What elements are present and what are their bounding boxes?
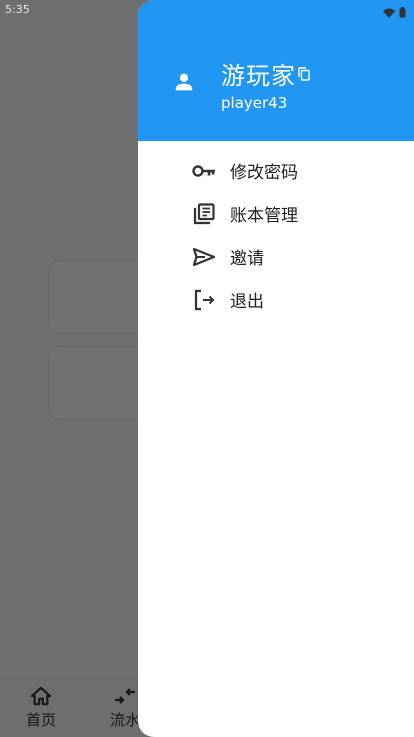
menu-item-invite[interactable]: 邀请 xyxy=(138,235,414,278)
copy-icon[interactable] xyxy=(298,66,310,81)
menu-item-logout[interactable]: 退出 xyxy=(138,278,414,321)
menu-item-label: 账本管理 xyxy=(230,206,298,226)
menu-item-ledger-management[interactable]: 账本管理 xyxy=(138,192,414,235)
navigation-drawer: 游玩家 player43 修改密码 账本管理 邀请 退出 xyxy=(138,0,414,737)
ledger-icon xyxy=(192,202,216,226)
status-icons xyxy=(383,3,406,22)
username: 游玩家 xyxy=(221,56,310,91)
menu-item-label: 修改密码 xyxy=(230,163,298,183)
person-icon[interactable] xyxy=(174,72,194,96)
battery-icon xyxy=(399,3,406,22)
key-icon xyxy=(192,159,216,183)
user-id: player43 xyxy=(221,94,288,112)
wifi-icon xyxy=(383,3,395,22)
menu-item-label: 退出 xyxy=(230,292,264,312)
drawer-header: 游玩家 player43 xyxy=(138,0,414,141)
status-time: 5:35 xyxy=(5,3,30,16)
drawer-menu: 修改密码 账本管理 邀请 退出 xyxy=(138,149,414,321)
logout-icon xyxy=(192,288,216,312)
send-icon xyxy=(192,245,216,269)
username-text: 游玩家 xyxy=(221,62,296,90)
menu-item-label: 邀请 xyxy=(230,249,264,269)
menu-item-change-password[interactable]: 修改密码 xyxy=(138,149,414,192)
